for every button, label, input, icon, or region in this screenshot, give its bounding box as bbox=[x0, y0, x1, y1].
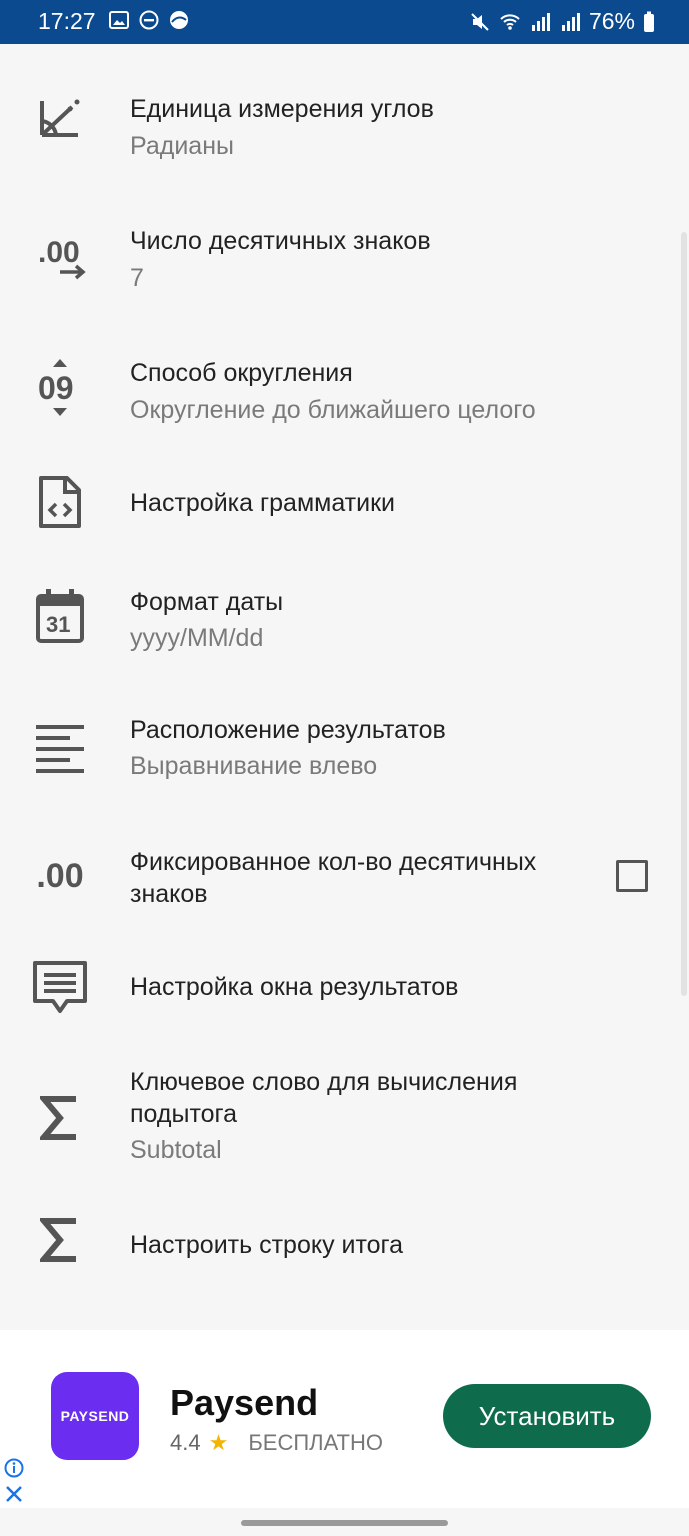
status-bar: 17:27 76% bbox=[0, 0, 689, 44]
battery-icon bbox=[644, 11, 654, 32]
setting-subtitle: Выравнивание влево bbox=[130, 752, 378, 780]
setting-title: Единица измерения углов bbox=[130, 95, 434, 123]
setting-angle-unit[interactable]: Единица измерения углов Радианы bbox=[0, 74, 689, 184]
setting-title: Настроить строку итога bbox=[130, 1231, 404, 1259]
setting-title: Формат даты bbox=[130, 588, 284, 616]
setting-result-window[interactable]: Настройка окна результатов bbox=[0, 956, 689, 1066]
close-icon[interactable] bbox=[4, 1484, 24, 1504]
star-icon: ★ bbox=[208, 1430, 229, 1455]
ad-rating-value: 4.4 bbox=[170, 1430, 201, 1455]
comment-icon bbox=[28, 956, 92, 1020]
ad-app-logo[interactable]: PAYSEND bbox=[51, 1372, 139, 1460]
setting-subtotal-keyword[interactable]: Ключевое слово для вычисления подытога S… bbox=[0, 1066, 689, 1206]
setting-subtitle: Округление до ближайшего целого bbox=[130, 396, 536, 424]
signal-icon bbox=[531, 12, 550, 31]
ad-price: БЕСПЛАТНО bbox=[248, 1430, 383, 1455]
sigma-icon bbox=[28, 1208, 92, 1272]
rounding-icon: 09 bbox=[28, 356, 92, 420]
image-icon bbox=[109, 11, 129, 29]
ad-app-name[interactable]: Paysend bbox=[170, 1382, 318, 1424]
home-gesture-handle[interactable] bbox=[241, 1520, 448, 1526]
sigma-icon bbox=[28, 1086, 92, 1150]
browser-icon bbox=[170, 11, 188, 29]
battery-percent: 76% bbox=[588, 8, 635, 34]
fixed-decimal-icon: .00 bbox=[36, 856, 84, 895]
setting-decimal-places[interactable]: .00 Число десятичных знаков 7 bbox=[0, 206, 689, 316]
decimal-places-icon: .00 bbox=[28, 226, 92, 290]
scrollbar[interactable] bbox=[681, 232, 687, 996]
settings-list: Единица измерения углов Радианы .00 Числ… bbox=[0, 44, 689, 1330]
setting-total-row[interactable]: Настроить строку итога bbox=[0, 1204, 689, 1304]
calendar-icon: 31 bbox=[28, 584, 92, 648]
info-icon[interactable] bbox=[4, 1458, 24, 1478]
setting-subtitle: yyyy/MM/dd bbox=[130, 624, 264, 652]
setting-subtitle: Радианы bbox=[130, 132, 234, 160]
angle-icon bbox=[28, 86, 92, 150]
mute-icon bbox=[471, 12, 489, 31]
ad-banner[interactable]: PAYSEND Paysend 4.4 ★ БЕСПЛАТНО Установи… bbox=[0, 1330, 689, 1508]
ad-rating: 4.4 ★ БЕСПЛАТНО bbox=[170, 1430, 383, 1456]
status-time: 17:27 bbox=[38, 8, 96, 34]
setting-title: Расположение результатов bbox=[130, 716, 446, 744]
setting-subtitle: 7 bbox=[130, 264, 144, 292]
setting-title: Настройка окна результатов bbox=[130, 973, 459, 1001]
setting-rounding[interactable]: 09 Способ округления Округление до ближа… bbox=[0, 338, 689, 448]
fixed-decimals-checkbox[interactable] bbox=[616, 860, 648, 892]
setting-title: Ключевое слово для вычисления подытога bbox=[130, 1068, 518, 1128]
install-button[interactable]: Установить bbox=[443, 1384, 651, 1448]
setting-date-format[interactable]: 31 Формат даты yyyy/MM/dd bbox=[0, 564, 689, 674]
setting-title: Число десятичных знаков bbox=[130, 227, 431, 255]
setting-title: Фиксированное кол-во десятичных знаков bbox=[130, 848, 537, 908]
setting-result-alignment[interactable]: Расположение результатов Выравнивание вл… bbox=[0, 698, 689, 808]
setting-subtitle: Subtotal bbox=[130, 1136, 222, 1164]
setting-title: Способ округления bbox=[130, 359, 353, 387]
align-left-icon bbox=[28, 715, 92, 779]
signal-icon bbox=[561, 12, 580, 31]
setting-fixed-decimals[interactable]: .00 Фиксированное кол-во десятичных знак… bbox=[0, 830, 689, 940]
setting-title: Настройка грамматики bbox=[130, 489, 395, 517]
code-file-icon bbox=[28, 470, 92, 534]
wifi-icon bbox=[500, 13, 520, 30]
dnd-icon bbox=[139, 10, 159, 30]
navigation-bar bbox=[0, 1508, 689, 1536]
